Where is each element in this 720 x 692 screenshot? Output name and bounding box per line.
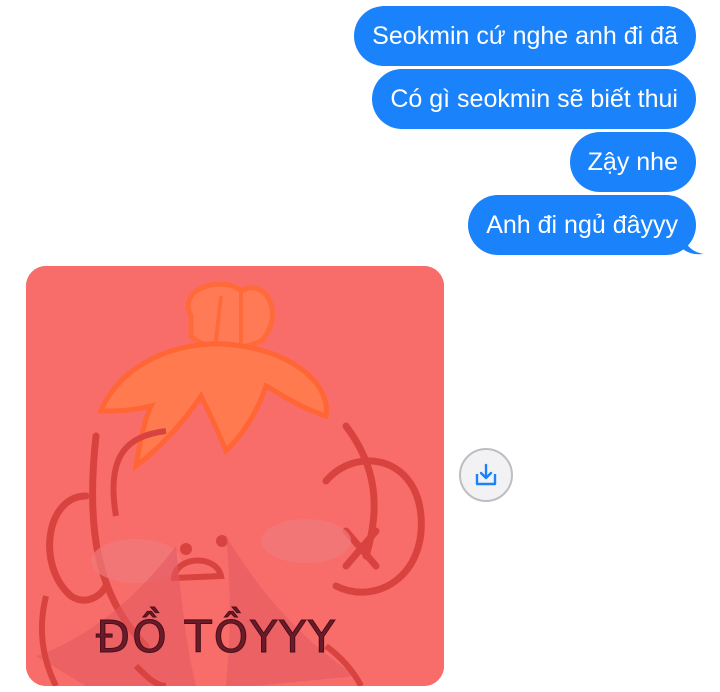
bubble-tail-icon <box>682 234 704 255</box>
conversation-thread: Seokmin cứ nghe anh đi đã Có gì seokmin … <box>0 0 720 692</box>
message-bubble[interactable]: Anh đi ngủ đâyyy <box>468 195 696 255</box>
message-bubble[interactable]: Có gì seokmin sẽ biết thui <box>372 69 696 129</box>
sticker-caption: ĐỒ TỒYYY <box>96 612 337 664</box>
message-bubble[interactable]: Seokmin cứ nghe anh đi đã <box>354 6 696 66</box>
download-tray-icon <box>475 463 497 486</box>
save-sticker-button[interactable] <box>459 448 513 502</box>
message-bubble[interactable]: Zậy nhe <box>569 132 696 192</box>
